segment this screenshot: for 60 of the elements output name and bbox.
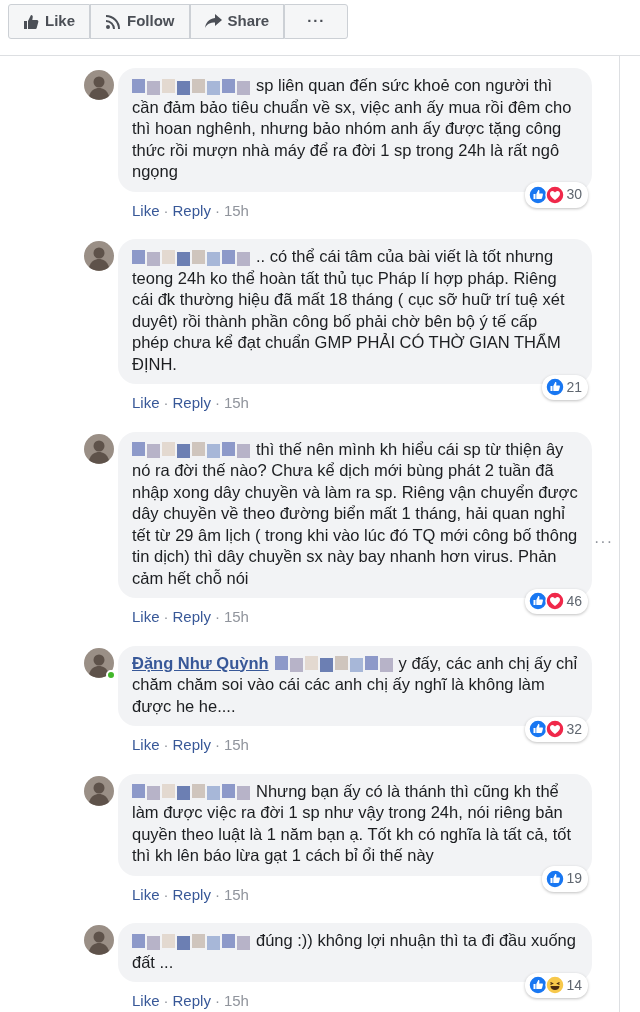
thumbs-up-icon <box>23 13 39 30</box>
reaction-count[interactable]: 32 <box>525 716 588 742</box>
like-link[interactable]: Like <box>132 394 160 411</box>
heart-reaction-icon <box>545 591 566 612</box>
like-reaction-icon <box>528 719 549 740</box>
reply-link[interactable]: Reply <box>172 736 211 753</box>
author-link[interactable]: Đặng Như Quỳnh <box>132 653 269 672</box>
reaction-count[interactable]: 14 <box>525 972 588 998</box>
follow-button[interactable]: Follow <box>90 4 190 39</box>
reaction-count[interactable]: 46 <box>525 588 588 614</box>
separator-dot: · <box>163 201 169 219</box>
separator-dot: · <box>163 885 169 903</box>
avatar[interactable] <box>84 647 114 678</box>
reaction-count[interactable]: 19 <box>542 866 588 892</box>
avatar[interactable] <box>84 433 114 464</box>
separator-dot: · <box>214 608 220 625</box>
separator-dot: · <box>163 394 169 411</box>
comment-text: đúng :)) không lợi nhuận thì ta đi đầu xuống đất ... <box>132 930 577 973</box>
reaction-count[interactable]: 21 <box>542 374 588 400</box>
separator-dot: · <box>214 992 220 1009</box>
more-button[interactable]: ··· <box>284 4 349 39</box>
reply-link[interactable]: Reply <box>172 201 211 219</box>
like-link[interactable]: Like <box>132 992 160 1009</box>
rss-icon <box>105 13 121 30</box>
avatar[interactable] <box>84 775 114 806</box>
separator-dot: · <box>163 736 169 753</box>
like-reaction-icon <box>528 184 549 205</box>
separator-dot: · <box>163 992 169 1009</box>
reply-link[interactable]: Reply <box>172 992 211 1009</box>
comment-text: sp liên quan đến sức khoẻ con người thì cần đảm bảo tiêu chuẩn về sx, việc anh ấy mua rồi đêm cho thì hoan nghênh, nhưng bảo nhóm anh ấy được tặng công thức rồi mượn nhà máy để ra đời 1 sp trong 24h là rất ngô ngọng <box>132 75 573 182</box>
reply-link[interactable]: Reply <box>172 608 211 625</box>
separator-dot: · <box>163 608 169 625</box>
share-button[interactable]: Share <box>189 4 285 39</box>
laughing-emoji-icon <box>545 975 566 996</box>
like-reaction-icon <box>545 868 566 889</box>
like-reaction-icon <box>528 591 549 612</box>
avatar[interactable] <box>84 70 114 100</box>
reply-link[interactable]: Reply <box>172 394 211 411</box>
avatar[interactable] <box>84 925 114 955</box>
comment-text: thì thế nên mình kh hiểu cái sp từ thiện ây nó ra đời thế nào? Chưa kể dịch mới bùng phát 2 tuần đã nhập xong dây chuyền và làm ra sp. Riêng vận chuyển được dây chuyền về theo đường biển mất 1 tháng, hải quan nghỉ tết từ 29 âm lịch ( trong khi vào lúc đó TQ mới công bố thông tin dịch) thì dây chuyền sx này bay nhanh hơn virus. Phản cảm hết chỗ nói <box>132 438 578 589</box>
comment-text: Đặng Như Quỳnh y đấy, các anh chị ấy chỉ chăm chăm soi vào cái các anh chị ấy nghĩ là không làm được he he.... <box>132 652 578 717</box>
like-link[interactable]: Like <box>132 736 160 753</box>
like-link[interactable]: Like <box>132 885 160 903</box>
reply-link[interactable]: Reply <box>172 885 211 903</box>
comment-text: Nhưng bạn ấy có là thánh thì cũng kh thể làm được việc ra đời 1 sp như vậy trong 24h, nói riêng bản quyền theo luật là 1 năm bạn ạ. Tốt kh có nghĩa là tất cả, tốt thì kh lên báo lừa gạt 1 cách bỉ ổi thế này <box>132 780 573 866</box>
heart-reaction-icon <box>545 184 566 205</box>
comment-text: .. có thể cái tâm của bài viết là tốt nhưng teong 24h ko thể hoàn tất thủ tục Pháp lí hợp pháp. Riêng cái đk thường hiệu đã mất 18 tháng ( cục sỡ huữ trí tuệ xét duyêt) rồi thành phần công bố phải chờ bên bộ ý tế cấp phép chưa kể đạt chuẩn GMP PHẢI CÓ THỜ GIAN THẨM ĐỊNH. <box>132 246 566 375</box>
separator-dot: · <box>214 736 220 753</box>
like-button[interactable]: Like <box>8 4 90 39</box>
separator-dot: · <box>214 394 220 411</box>
separator-dot: · <box>214 885 220 903</box>
share-arrow-icon <box>204 14 222 29</box>
like-reaction-icon <box>545 377 566 398</box>
like-link[interactable]: Like <box>132 608 160 625</box>
avatar[interactable] <box>84 241 114 271</box>
heart-reaction-icon <box>545 719 566 740</box>
reaction-count[interactable]: 30 <box>525 182 588 208</box>
like-reaction-icon <box>528 975 549 996</box>
separator-dot: · <box>214 201 220 219</box>
like-link[interactable]: Like <box>132 201 160 219</box>
